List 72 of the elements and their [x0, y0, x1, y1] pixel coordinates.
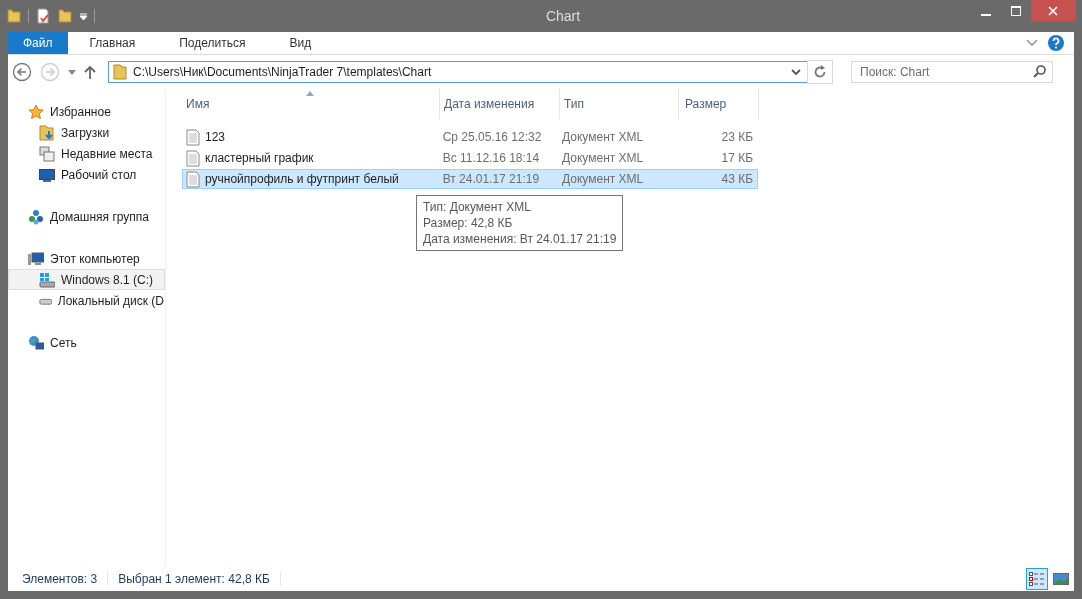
sidebar-item[interactable]: Windows 8.1 (C:): [8, 269, 165, 290]
file-row[interactable]: ручнойпрофиль и футпринт белый Вт 24.01.17 21:19 Документ XML 43 КБ: [182, 169, 758, 189]
sort-arrow-icon: [306, 91, 314, 96]
column-header[interactable]: Размер: [679, 89, 759, 119]
sidebar-item[interactable]: Этот компьютер: [8, 248, 165, 269]
folder-icon: [113, 64, 127, 80]
minimize-icon: [981, 13, 991, 16]
up-arrow-icon[interactable]: [84, 65, 96, 79]
search-icon[interactable]: [1033, 65, 1046, 78]
type-cell-text: Документ XML: [561, 172, 645, 186]
back-icon[interactable]: [12, 62, 32, 82]
file-name: ручнойпрофиль и футпринт белый: [205, 172, 399, 186]
ribbon-tab[interactable]: Поделиться: [157, 32, 268, 54]
tooltip-line: Дата изменения: Вт 24.01.17 21:19: [423, 231, 617, 247]
sidebar-item[interactable]: Недавние места: [8, 143, 165, 164]
dropdown-icon[interactable]: [68, 69, 76, 75]
tooltip-line: Размер: 42,8 КБ: [423, 215, 514, 231]
landscape-image-icon: [1053, 572, 1069, 586]
sidebar-item[interactable]: Загрузки: [8, 122, 165, 143]
file-name: 123: [205, 130, 226, 144]
file-name: кластерный график: [205, 151, 314, 165]
close-button[interactable]: [1031, 0, 1076, 21]
windows-drive-icon: [39, 271, 55, 288]
star-icon: [28, 103, 44, 120]
refresh-button[interactable]: [807, 60, 833, 84]
homegroup-icon: [28, 208, 44, 225]
refresh-icon: [813, 65, 827, 79]
help-icon[interactable]: [1048, 35, 1064, 51]
folder-icon[interactable]: [6, 8, 22, 24]
size-cell-text: 23 КБ: [720, 130, 754, 144]
tooltip-line: Тип: Документ XML: [423, 199, 532, 215]
type-cell-text: Документ XML: [561, 130, 645, 144]
details-view-button[interactable]: [1026, 568, 1048, 590]
download-folder-icon: [39, 124, 55, 141]
search-field[interactable]: Поиск: Chart: [851, 61, 1053, 83]
file-row[interactable]: кластерный график Вс 11.12.16 18:14 Документ XML 17 КБ: [182, 148, 758, 168]
ribbon-tab[interactable]: Главная: [67, 32, 158, 54]
size-cell-text: 17 КБ: [720, 151, 754, 165]
type-cell-text: Документ XML: [561, 151, 645, 165]
date-cell-text: Вс 11.12.16 18:14: [441, 151, 541, 165]
document-icon: [186, 149, 200, 167]
chevron-icon[interactable]: [1026, 39, 1038, 47]
column-header[interactable]: Дата изменения: [440, 89, 560, 119]
dropdown-icon[interactable]: [791, 68, 801, 76]
close-icon: [1048, 5, 1059, 16]
status-text: Выбран 1 элемент: 42,8 КБ: [118, 572, 270, 586]
folder-icon[interactable]: [57, 8, 73, 24]
dropdown-icon[interactable]: [79, 11, 88, 21]
document-check-icon[interactable]: [35, 8, 51, 24]
desktop-icon: [39, 166, 55, 183]
size-cell-text: 43 КБ: [720, 172, 754, 186]
ribbon-tab[interactable]: Файл: [8, 32, 68, 54]
window-title: Chart: [544, 8, 581, 24]
network-icon: [28, 334, 44, 351]
sidebar-item[interactable]: Избранное: [8, 101, 165, 122]
document-icon: [186, 128, 200, 146]
recent-places-icon: [39, 145, 55, 162]
status-text: Элементов: 3: [22, 572, 98, 586]
details-list-icon: [1029, 572, 1045, 586]
sidebar-item[interactable]: Рабочий стол: [8, 164, 165, 185]
document-icon: [186, 170, 200, 188]
maximize-icon: [1011, 5, 1021, 16]
file-row[interactable]: 123 Ср 25.05.16 12:32 Документ XML 23 КБ: [182, 127, 758, 147]
sidebar-item[interactable]: Локальный диск (D: [8, 290, 165, 311]
address-field[interactable]: C:\Users\Ник\Documents\NinjaTrader 7\templates\Chart: [108, 61, 808, 83]
computer-icon: [28, 250, 44, 267]
sidebar-item[interactable]: Сеть: [8, 332, 165, 353]
column-header[interactable]: Тип: [560, 89, 679, 119]
date-cell-text: Ср 25.05.16 12:32: [441, 130, 543, 144]
ribbon-tab[interactable]: Вид: [267, 32, 334, 54]
sidebar-item[interactable]: Домашняя группа: [8, 206, 165, 227]
date-cell-text: Вт 24.01.17 21:19: [441, 172, 541, 186]
